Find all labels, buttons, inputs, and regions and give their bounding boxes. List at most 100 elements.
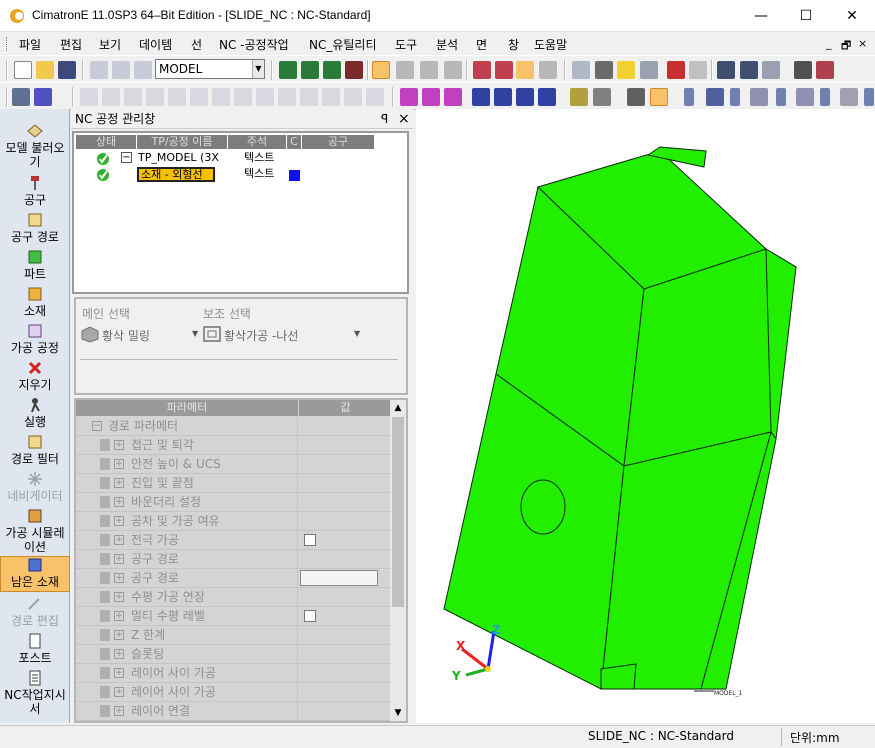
table-row[interactable]: + 슬롯팅 xyxy=(76,645,392,664)
render-icon[interactable] xyxy=(794,61,812,79)
param-checkbox[interactable] xyxy=(304,610,316,622)
toolbar-grip[interactable] xyxy=(6,87,8,107)
expand-toggle[interactable]: + xyxy=(114,611,124,621)
menu-file[interactable]: 파일 xyxy=(19,36,41,53)
sidebar-item-path-filter[interactable]: 경로 필터 xyxy=(0,434,70,466)
line-icon[interactable] xyxy=(80,88,98,106)
material-icon[interactable] xyxy=(816,61,834,79)
param-header-name[interactable]: 파라메터 xyxy=(76,400,298,416)
view-orientation-icon[interactable] xyxy=(420,61,438,79)
expand-toggle[interactable]: + xyxy=(114,630,124,640)
menu-face[interactable]: 면 xyxy=(476,36,487,53)
expand-toggle[interactable]: + xyxy=(114,554,124,564)
sidebar-item-procedure[interactable]: 가공 공정 xyxy=(0,323,70,355)
sidebar-item-run[interactable]: 실행 xyxy=(0,397,70,429)
settings-icon[interactable] xyxy=(539,61,557,79)
toolbar-more-icon[interactable] xyxy=(776,88,786,106)
toolbar-more-icon[interactable] xyxy=(864,88,874,106)
dimension-icon[interactable] xyxy=(740,61,758,79)
light-settings-icon[interactable] xyxy=(640,61,658,79)
expand-toggle[interactable]: + xyxy=(114,649,124,659)
point-icon[interactable] xyxy=(278,88,296,106)
zoom-all-icon[interactable] xyxy=(279,61,297,79)
mdi-minimize-button[interactable]: _ xyxy=(826,37,832,50)
arc-icon[interactable] xyxy=(146,88,164,106)
wireframe-view-icon[interactable] xyxy=(396,61,414,79)
table-row[interactable]: + 전극 가공 xyxy=(76,531,392,550)
pan-icon[interactable] xyxy=(345,61,363,79)
toolbar-more-icon[interactable] xyxy=(730,88,740,106)
table-row[interactable]: + 공구 경로 xyxy=(76,569,392,588)
surface-icon[interactable] xyxy=(400,88,418,106)
menu-nc-utility[interactable]: NC_유틸리티 xyxy=(309,36,377,53)
sidebar-item-nc-setup-sheet[interactable]: NC작업지시서 xyxy=(0,670,70,716)
toolbar-more-icon[interactable] xyxy=(684,88,694,106)
save-icon[interactable] xyxy=(58,61,76,79)
open-file-icon[interactable] xyxy=(36,61,54,79)
menu-edit[interactable]: 편집 xyxy=(60,36,82,53)
menu-line[interactable]: 선 xyxy=(191,36,202,53)
menu-datum[interactable]: 데이템 xyxy=(139,36,172,53)
zoom-window-icon[interactable] xyxy=(301,61,319,79)
tree-header-c[interactable]: C xyxy=(287,135,301,149)
table-row[interactable]: + 수평 가공 연장 xyxy=(76,588,392,607)
toolbar-more-icon[interactable] xyxy=(820,88,830,106)
menu-nc-process[interactable]: NC -공정작업 xyxy=(219,36,289,53)
sidebar-item-stock[interactable]: 소재 xyxy=(0,286,70,318)
set-icon[interactable] xyxy=(495,61,513,79)
zoom-icon[interactable] xyxy=(323,61,341,79)
sidebar-item-simulation[interactable]: 가공 시뮬레이션 xyxy=(0,508,70,554)
sidebar-item-delete[interactable]: 지우기 xyxy=(0,360,70,392)
layer-icon[interactable] xyxy=(473,61,491,79)
expand-toggle[interactable]: + xyxy=(114,478,124,488)
menu-analysis[interactable]: 분석 xyxy=(436,36,458,53)
sidebar-item-load-model[interactable]: 모델 불러오기 xyxy=(0,123,70,169)
bulb-icon[interactable] xyxy=(617,61,635,79)
table-row[interactable]: + 레이어 사이 가공 xyxy=(76,664,392,683)
mdi-restore-button[interactable]: 🗗 xyxy=(841,37,851,56)
pin-icon[interactable]: ꟼ xyxy=(381,109,388,129)
close-icon[interactable]: × xyxy=(398,109,410,129)
paste-icon[interactable] xyxy=(366,88,384,106)
close-button[interactable]: ✕ xyxy=(829,0,875,32)
new-file-icon[interactable] xyxy=(14,61,32,79)
table-row[interactable]: + 안전 높이 & UCS xyxy=(76,455,392,474)
expand-toggle[interactable]: + xyxy=(114,592,124,602)
menu-tools[interactable]: 도구 xyxy=(395,36,417,53)
sidebar-item-edit-path[interactable]: 경로 편집 xyxy=(0,596,70,628)
pick-icon[interactable] xyxy=(717,61,735,79)
table-row[interactable]: + 바운더리 설정 xyxy=(76,493,392,512)
expand-toggle[interactable]: + xyxy=(114,497,124,507)
table-row[interactable]: + Z 한계 xyxy=(76,626,392,645)
model-combo[interactable]: MODEL ▼ xyxy=(155,59,265,79)
previous-icon[interactable] xyxy=(667,61,685,79)
menu-window[interactable]: 창 xyxy=(508,36,519,53)
expand-toggle[interactable]: + xyxy=(114,668,124,678)
param-value-field[interactable] xyxy=(300,570,378,586)
param-checkbox[interactable] xyxy=(304,534,316,546)
sketch-icon[interactable] xyxy=(34,88,52,106)
graphics-viewport[interactable]: Z X Y MODEL_1 xyxy=(416,109,875,723)
scroll-down-icon[interactable]: ▼ xyxy=(390,705,406,721)
model-3d-view[interactable]: Z X Y MODEL_1 xyxy=(416,109,875,723)
table-row[interactable]: + 진입 및 끝점 xyxy=(76,474,392,493)
maximize-button[interactable]: ☐ xyxy=(783,0,829,32)
sub-selection-dropdown[interactable]: 황삭가공 -나선 ▼ xyxy=(202,323,362,345)
menu-grip[interactable] xyxy=(6,37,9,51)
table-row[interactable]: + 접근 및 퇴각 xyxy=(76,436,392,455)
tree-row[interactable]: − TP_MODEL (3X 텍스트 xyxy=(74,151,404,167)
view-dropdown-icon[interactable] xyxy=(444,61,462,79)
sidebar-item-part[interactable]: 파트 xyxy=(0,249,70,281)
table-row[interactable]: + 공구 경로 xyxy=(76,550,392,569)
expand-toggle[interactable]: + xyxy=(114,573,124,583)
circle-icon[interactable] xyxy=(124,88,142,106)
blend-icon[interactable] xyxy=(444,88,462,106)
tree-header-name[interactable]: TP/공정 이름 xyxy=(137,135,227,149)
param-scrollbar[interactable]: ▲ ▼ xyxy=(390,400,406,721)
chevron-down-icon[interactable]: ▼ xyxy=(252,60,264,78)
highlight-icon[interactable] xyxy=(650,88,668,106)
view-cube-icon[interactable] xyxy=(840,88,858,106)
sidebar-item-remaining-stock[interactable]: 남은 소재 xyxy=(0,556,70,592)
collapse-toggle[interactable]: − xyxy=(92,421,102,431)
table-row[interactable]: + 멀티 수평 레벨 xyxy=(76,607,392,626)
